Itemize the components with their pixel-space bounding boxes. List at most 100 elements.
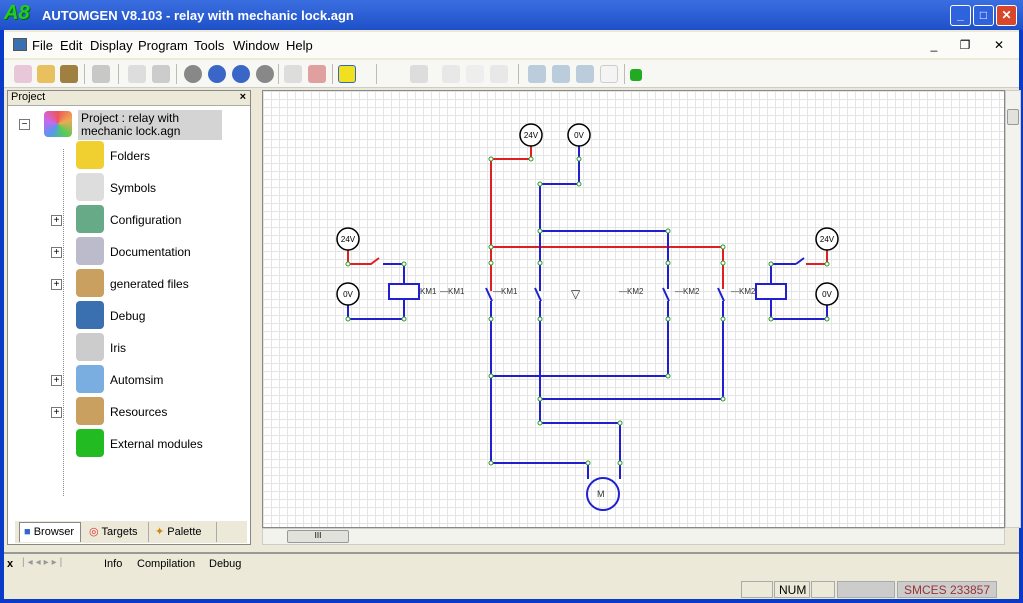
tree-item[interactable]: + Resources — [8, 397, 248, 427]
mdi-minimize-button[interactable]: _ — [923, 38, 945, 53]
source-24v: 24V — [524, 131, 539, 140]
scroll-thumb[interactable]: III — [287, 530, 349, 543]
panel-title: Project — [11, 91, 46, 103]
tab-info[interactable]: Info — [104, 558, 122, 570]
maximize-button[interactable]: □ — [973, 5, 994, 26]
paste-icon[interactable] — [490, 65, 508, 83]
stop-icon[interactable] — [232, 65, 250, 83]
tree-item-label: Documentation — [110, 245, 191, 259]
disconnect-icon[interactable] — [152, 65, 170, 83]
open-icon[interactable] — [37, 65, 55, 83]
project-icon — [44, 111, 72, 137]
step-icon[interactable] — [256, 65, 274, 83]
app-logo: A8 — [4, 2, 30, 24]
output-close-button[interactable]: x — [7, 558, 13, 570]
minimize-button[interactable]: _ — [950, 5, 971, 26]
box-icon — [76, 397, 104, 425]
collapse-root-button[interactable]: − — [19, 119, 30, 130]
menu-edit[interactable]: Edit — [60, 38, 82, 53]
coil-km1 — [388, 283, 420, 300]
tree-item[interactable]: Iris — [8, 333, 248, 363]
save-icon[interactable] — [60, 65, 78, 83]
expand-button[interactable]: + — [51, 375, 62, 386]
diagram-canvas[interactable]: 24V 0V 24V 0V 24V 0V KM1 —KM1 —KM1 —KM2 … — [262, 90, 1005, 528]
browser-icon: ■ — [24, 526, 31, 538]
tree-item[interactable]: + Configuration — [8, 205, 248, 235]
menu-display[interactable]: Display — [90, 38, 133, 53]
coil-km2 — [755, 283, 787, 300]
motor-label: M — [597, 489, 605, 499]
vertical-scrollbar[interactable] — [1005, 90, 1021, 528]
tab-navigation-buttons[interactable]: |◂◂▸▸| — [22, 557, 65, 568]
printer-icon — [76, 237, 104, 265]
label-km1-contact: —KM1 — [493, 287, 518, 296]
menu-tools[interactable]: Tools — [194, 38, 224, 53]
project-root[interactable]: Project : relay with mechanic lock.agn — [78, 110, 222, 140]
zoom-fit-icon[interactable] — [576, 65, 594, 83]
tab-debug[interactable]: Debug — [209, 558, 241, 570]
connection-nodes — [345, 156, 830, 466]
menu-help[interactable]: Help — [286, 38, 313, 53]
panel-close-button[interactable]: × — [240, 91, 246, 103]
zoom-in-icon[interactable] — [528, 65, 546, 83]
green-run-icon[interactable] — [630, 69, 642, 81]
gauge-icon — [76, 333, 104, 361]
go-icon[interactable] — [338, 65, 356, 83]
horizontal-scrollbar[interactable]: III — [262, 528, 1005, 545]
menu-window[interactable]: Window — [233, 38, 279, 53]
document-icon — [13, 38, 27, 51]
tab-targets[interactable]: ◎ Targets — [85, 522, 149, 542]
label-km2-contact: —KM2 — [731, 287, 756, 296]
tree-item-label: Automsim — [110, 373, 164, 387]
tab-browser[interactable]: ■ Browser — [19, 522, 81, 542]
tree-item[interactable]: + Automsim — [8, 365, 248, 395]
expand-button[interactable]: + — [51, 407, 62, 418]
tree-item[interactable]: + generated files — [8, 269, 248, 299]
select-icon[interactable] — [466, 65, 484, 83]
run-icon[interactable] — [184, 65, 202, 83]
folders-icon — [76, 141, 104, 169]
palette-icon: ✦ — [155, 526, 165, 538]
mdi-close-button[interactable]: ✕ — [988, 38, 1010, 53]
zoom-out-icon[interactable] — [552, 65, 570, 83]
tree-item[interactable]: + Documentation — [8, 237, 248, 267]
tree-item[interactable]: Symbols — [8, 173, 248, 203]
label-km2-contact: —KM2 — [619, 287, 644, 296]
close-button[interactable]: ✕ — [996, 5, 1017, 26]
title-bar: A8 AUTOMGEN V8.103 - relay with mechanic… — [0, 0, 1023, 30]
tab-compilation[interactable]: Compilation — [137, 558, 195, 570]
print-icon[interactable] — [92, 65, 110, 83]
source-24v-left: 24V — [341, 235, 356, 244]
tree-item-label: generated files — [110, 277, 189, 291]
tree-item-label: Configuration — [110, 213, 182, 227]
mdi-restore-button[interactable]: ❐ — [954, 38, 976, 53]
window-title: AUTOMGEN V8.103 - relay with mechanic lo… — [42, 8, 354, 23]
bug-icon[interactable] — [284, 65, 302, 83]
project-panel: Project × − Project : relay with mechanic… — [7, 90, 251, 545]
label-km1-coil: KM1 — [420, 287, 437, 296]
delete-bug-icon[interactable] — [308, 65, 326, 83]
source-24v-right: 24V — [820, 235, 835, 244]
tools-icon — [76, 205, 104, 233]
new-project-icon[interactable] — [14, 65, 32, 83]
connect-icon[interactable] — [128, 65, 146, 83]
expand-button[interactable]: + — [51, 215, 62, 226]
tab-palette[interactable]: ✦ Palette — [151, 522, 217, 542]
pause-icon[interactable] — [208, 65, 226, 83]
page-icon[interactable] — [600, 65, 618, 83]
menu-program[interactable]: Program — [138, 38, 188, 53]
monitor-icon — [76, 301, 104, 329]
menu-file[interactable]: File — [32, 38, 53, 53]
source-0v-right: 0V — [822, 290, 832, 299]
license-indicator: SMCES 233857 — [897, 581, 997, 598]
tree-item[interactable]: Folders — [8, 141, 248, 171]
cut-icon[interactable] — [410, 65, 428, 83]
tree-item[interactable]: Debug — [8, 301, 248, 331]
expand-button[interactable]: + — [51, 247, 62, 258]
copy-icon[interactable] — [442, 65, 460, 83]
tree-item[interactable]: External modules — [8, 429, 248, 459]
relay-schematic: 24V 0V 24V 0V 24V 0V KM1 —KM1 —KM1 —KM2 … — [336, 123, 839, 511]
tree-item-label: Folders — [110, 149, 151, 163]
gears-icon — [76, 365, 104, 393]
expand-button[interactable]: + — [51, 279, 62, 290]
